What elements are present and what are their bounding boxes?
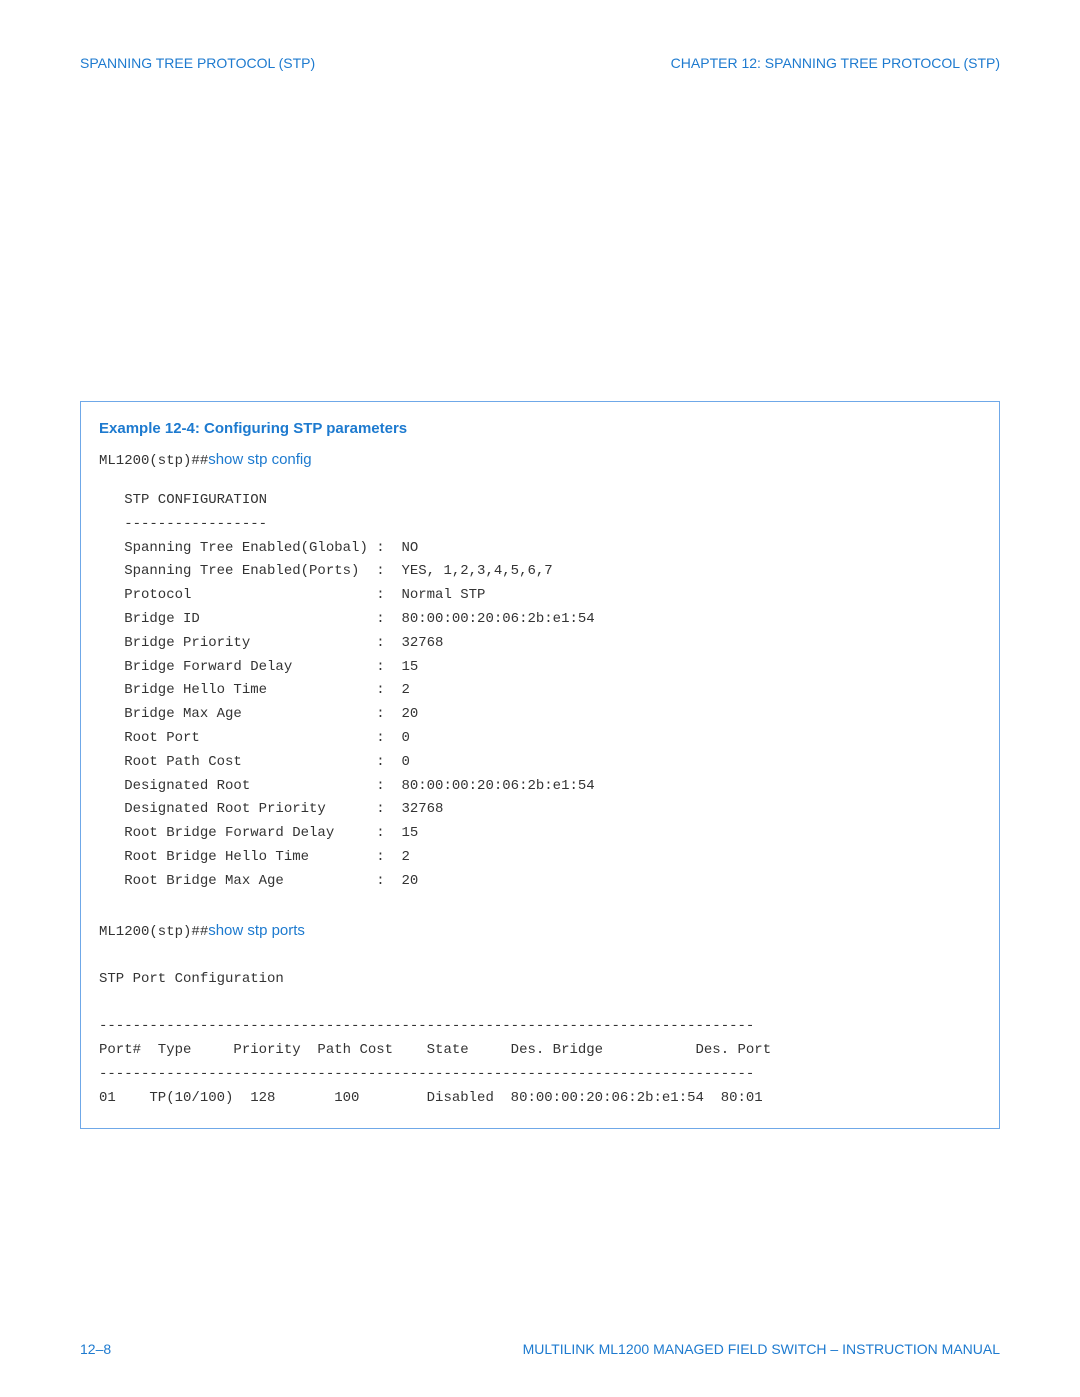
- prompt-line-1: ML1200(stp)##show stp config: [99, 451, 981, 469]
- example-title: Example 12-4: Configuring STP parameters: [99, 420, 981, 437]
- stp-config-output: STP CONFIGURATION ----------------- Span…: [99, 489, 981, 894]
- example-box: Example 12-4: Configuring STP parameters…: [80, 401, 1000, 1129]
- footer-right-manual-title: MULTILINK ML1200 MANAGED FIELD SWITCH – …: [523, 1341, 1000, 1357]
- page-footer: 12–8 MULTILINK ML1200 MANAGED FIELD SWIT…: [80, 1311, 1000, 1357]
- cli-prompt-2: ML1200(stp)##: [99, 924, 208, 940]
- prompt-line-2: ML1200(stp)##show stp ports: [99, 922, 981, 940]
- header-left: SPANNING TREE PROTOCOL (STP): [80, 55, 315, 71]
- cli-prompt-1: ML1200(stp)##: [99, 453, 208, 469]
- cli-command-2: show stp ports: [208, 922, 305, 939]
- cli-command-1: show stp config: [208, 451, 311, 468]
- page-header: SPANNING TREE PROTOCOL (STP) CHAPTER 12:…: [80, 55, 1000, 71]
- header-right: CHAPTER 12: SPANNING TREE PROTOCOL (STP): [671, 55, 1000, 71]
- stp-ports-output: STP Port Configuration -----------------…: [99, 968, 981, 1111]
- footer-left-page-number: 12–8: [80, 1341, 111, 1357]
